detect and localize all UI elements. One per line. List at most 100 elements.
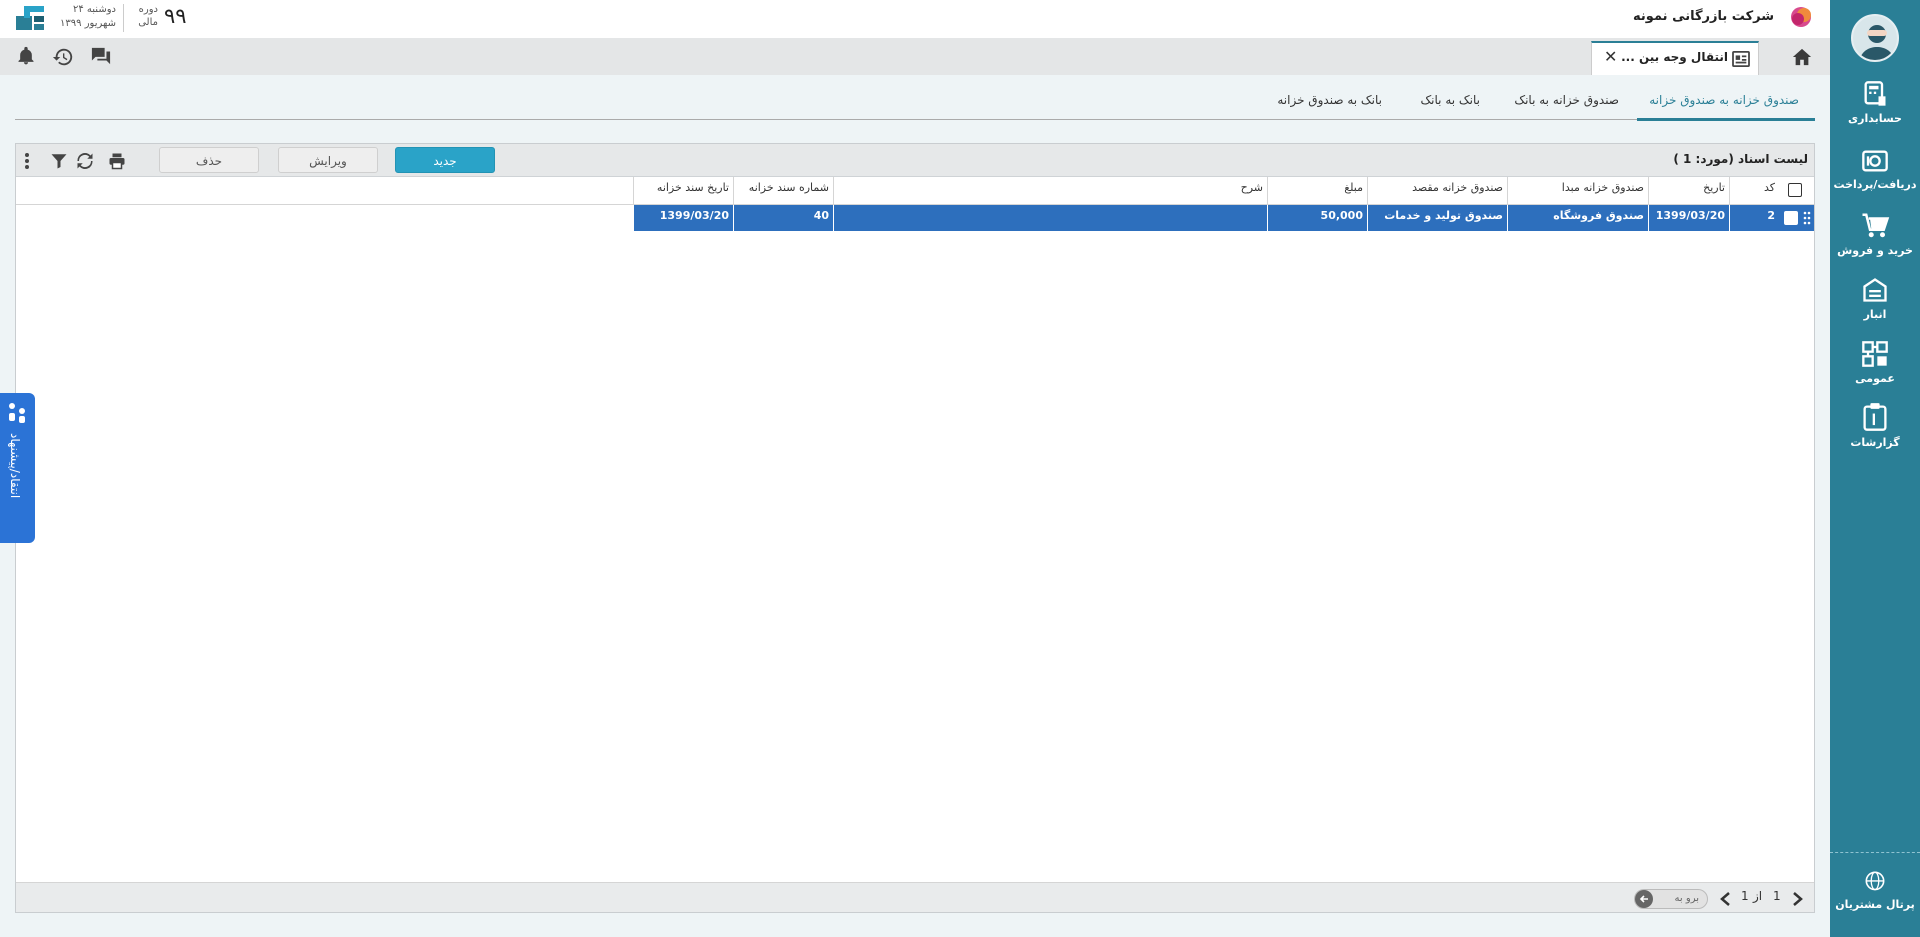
sidebar-item-label: انبار — [1863, 308, 1887, 321]
cash-icon — [1862, 150, 1888, 172]
cell-amount: 50,000 — [1267, 205, 1367, 231]
sidebar-item-label: گزارشات — [1850, 436, 1900, 449]
tab-title: انتقال وجه بین ... — [1621, 50, 1728, 64]
cell-doc-number: 40 — [733, 205, 833, 231]
select-all-checkbox[interactable] — [1788, 183, 1802, 197]
sidebar-item-customer-portal[interactable]: پرتال مشتریان — [1830, 870, 1920, 930]
prev-page-icon[interactable] — [1720, 891, 1732, 907]
sidebar-item-label: حسابداری — [1848, 112, 1902, 125]
column-header-description[interactable]: شرح — [833, 177, 1267, 205]
notifications-button[interactable] — [16, 46, 40, 68]
goto-page-button[interactable] — [1635, 890, 1653, 908]
total-pages: 1 — [1741, 889, 1749, 903]
current-date: دوشنبه ۲۴ شهریور ۱۳۹۹ — [60, 4, 116, 29]
page-of-label: از — [1753, 889, 1763, 903]
chat-icon — [91, 47, 111, 65]
tab-fund-transfer[interactable]: انتقال وجه بین ... ✕ — [1591, 41, 1759, 75]
table-header: کد تاریخ صندوق خزانه مبدا صندوق خزانه مق… — [16, 177, 1814, 205]
document-list-icon — [1732, 51, 1750, 67]
tab-treasury-to-treasury[interactable]: صندوق خزانه به صندوق خزانه — [1649, 93, 1799, 107]
history-icon — [52, 48, 73, 66]
column-header-doc-date[interactable]: تاریخ سند خزانه — [633, 177, 733, 205]
document-tab-strip: انتقال وجه بین ... ✕ — [0, 38, 1830, 75]
fiscal-period-number[interactable]: ۹۹ — [164, 4, 187, 28]
refresh-icon — [77, 152, 93, 170]
active-tab-indicator — [1637, 118, 1815, 121]
sidebar-item-warehouse[interactable]: انبار — [1830, 276, 1920, 336]
column-header-date[interactable]: تاریخ — [1648, 177, 1729, 205]
sidebar-item-label: دریافت/پرداخت — [1833, 178, 1917, 191]
more-vertical-icon — [25, 153, 29, 169]
sidebar-item-accounting[interactable]: حسابداری — [1830, 80, 1920, 140]
history-button[interactable] — [52, 46, 76, 68]
delete-button[interactable]: حذف — [159, 147, 259, 173]
tab-treasury-to-bank[interactable]: صندوق خزانه به بانک — [1514, 93, 1619, 107]
column-header-source-treasury[interactable]: صندوق خزانه مبدا — [1507, 177, 1648, 205]
reports-icon — [1863, 403, 1887, 431]
sidebar-item-reports[interactable]: گزارشات — [1830, 402, 1920, 462]
arrow-left-icon — [1639, 895, 1648, 903]
sidebar-item-sales[interactable]: خرید و فروش — [1830, 212, 1920, 272]
documents-panel: لیست اسناد (مورد: 1 ) جدید ویرایش حذف کد… — [15, 143, 1815, 913]
sidebar-item-label: خرید و فروش — [1837, 244, 1913, 257]
cell-dest-treasury: صندوق تولید و خدمات — [1367, 205, 1507, 231]
column-header-doc-number[interactable]: شماره سند خزانه — [733, 177, 833, 205]
avatar-icon — [1859, 25, 1895, 60]
feedback-label: انتقاد/پیشنهاد — [8, 433, 22, 499]
header-divider — [123, 4, 124, 32]
sidebar-item-label: پرتال مشتریان — [1835, 898, 1915, 911]
sidebar-item-label: عمومی — [1855, 372, 1895, 385]
drag-handle-icon[interactable] — [1803, 211, 1811, 225]
cell-date: 1399/03/20 — [1648, 205, 1729, 231]
print-button[interactable] — [108, 152, 126, 170]
cart-icon — [1862, 213, 1890, 238]
warehouse-icon — [1863, 278, 1887, 302]
table-row[interactable]: 2 1399/03/20 صندوق فروشگاه صندوق تولید و… — [633, 205, 1814, 231]
home-tab[interactable] — [1776, 38, 1828, 75]
close-tab-button[interactable]: ✕ — [1604, 47, 1617, 66]
feedback-icon — [9, 403, 25, 423]
fiscal-period-label: دوره مالی — [138, 4, 158, 28]
more-options-button[interactable] — [24, 152, 34, 170]
refresh-button[interactable] — [76, 152, 94, 170]
current-page: 1 — [1773, 889, 1781, 903]
home-icon — [1792, 48, 1812, 65]
accounting-icon — [1864, 81, 1886, 106]
cell-description — [833, 205, 1267, 231]
sidebar-item-general[interactable]: عمومی — [1830, 340, 1920, 400]
top-header: شرکت بازرگانی نمونه ۹۹ دوره مالی دوشنبه ۲… — [0, 0, 1830, 38]
transfer-type-tabs: صندوق خزانه به صندوق خزانه صندوق خزانه ب… — [15, 88, 1815, 121]
feedback-tab[interactable]: انتقاد/پیشنهاد — [0, 393, 35, 543]
filter-icon — [51, 154, 67, 169]
new-button[interactable]: جدید — [395, 147, 495, 173]
panel-toolbar: لیست اسناد (مورد: 1 ) جدید ویرایش حذف — [16, 144, 1814, 177]
app-logo-icon — [1791, 7, 1811, 27]
company-name[interactable]: شرکت بازرگانی نمونه — [1633, 9, 1774, 24]
general-icon — [1862, 341, 1888, 367]
pagination-bar: 1 از 1 برو به — [16, 882, 1814, 912]
main-sidebar: حسابداری دریافت/پرداخت خرید و فروش انبار… — [1830, 0, 1920, 937]
edit-button[interactable]: ویرایش — [278, 147, 378, 173]
row-checkbox[interactable] — [1784, 211, 1798, 225]
cell-source-treasury: صندوق فروشگاه — [1507, 205, 1648, 231]
filter-button[interactable] — [50, 152, 68, 170]
sidebar-item-cash[interactable]: دریافت/پرداخت — [1830, 148, 1920, 208]
next-page-icon[interactable] — [1791, 891, 1803, 907]
sidebar-divider — [1830, 852, 1920, 853]
cell-code: 2 — [1729, 205, 1779, 231]
cell-doc-date: 1399/03/20 — [633, 205, 733, 231]
globe-icon — [1865, 871, 1885, 891]
brand-logo-icon — [16, 6, 44, 30]
messages-button[interactable] — [90, 46, 114, 68]
tab-bank-to-treasury[interactable]: بانک به صندوق خزانه — [1277, 93, 1382, 107]
tab-bank-to-bank[interactable]: بانک به بانک — [1420, 93, 1480, 107]
column-header-dest-treasury[interactable]: صندوق خزانه مقصد — [1367, 177, 1507, 205]
user-avatar[interactable] — [1851, 14, 1899, 62]
row-select-cell[interactable] — [1779, 205, 1814, 231]
column-header-amount[interactable]: مبلغ — [1267, 177, 1367, 205]
column-header-code[interactable]: کد — [1729, 177, 1779, 205]
select-all-cell[interactable] — [1779, 177, 1814, 205]
document-list-title: لیست اسناد (مورد: 1 ) — [1673, 152, 1808, 166]
print-icon — [109, 153, 125, 170]
bell-icon — [18, 46, 34, 65]
